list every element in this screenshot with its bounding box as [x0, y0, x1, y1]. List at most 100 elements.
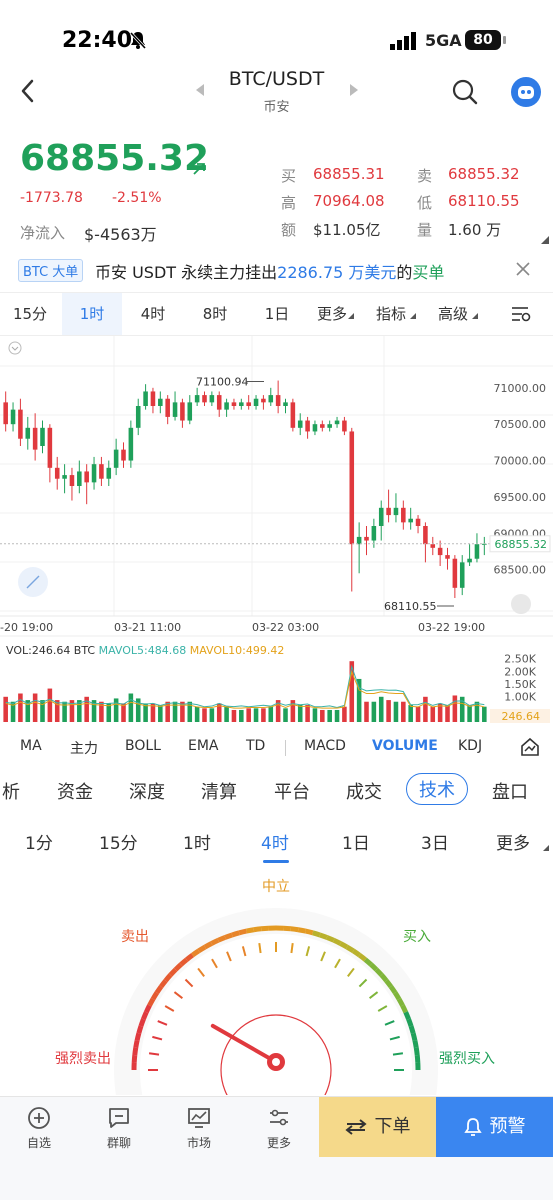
- candle-body: [194, 395, 200, 403]
- ind-boll[interactable]: BOLL: [125, 738, 161, 754]
- chart-settings-icon[interactable]: [510, 305, 532, 323]
- gauge-arc-segment: [154, 985, 164, 995]
- ind-volume[interactable]: VOLUME: [372, 738, 438, 754]
- ind-ma[interactable]: MA: [20, 738, 42, 754]
- gauge-strong-buy-label: 强烈买入: [439, 1051, 495, 1067]
- candle-body: [423, 526, 428, 545]
- low-price: 68110.55: [448, 192, 520, 210]
- nav-market[interactable]: 市场: [169, 1105, 229, 1151]
- ind-macd[interactable]: MACD: [304, 738, 346, 754]
- banner-amount: 2286.75 万美元: [277, 263, 397, 282]
- next-pair-icon[interactable]: [350, 84, 358, 96]
- candle-body: [253, 398, 259, 406]
- gauge-arc-segment: [150, 991, 160, 1001]
- volume-tick-label: 1.50K: [504, 678, 536, 691]
- ind-kdj[interactable]: KDJ: [458, 738, 482, 754]
- nav-watchlist[interactable]: 自选: [9, 1105, 69, 1151]
- assistant-robot-icon[interactable]: [511, 77, 541, 107]
- candle-body: [474, 544, 480, 559]
- interval-1m[interactable]: 1分: [25, 829, 53, 854]
- candle-body: [437, 547, 443, 556]
- place-order-button[interactable]: 下单: [319, 1097, 436, 1157]
- battery-tip: [503, 36, 506, 44]
- tab-orderbook[interactable]: 盘口: [492, 778, 528, 804]
- interval-4h[interactable]: 4时: [261, 829, 289, 854]
- tf-4h[interactable]: 4时: [122, 293, 184, 335]
- candle-body: [246, 402, 251, 406]
- amount-label: 额: [281, 221, 297, 239]
- whale-order-banner[interactable]: BTC 大单 币安 USDT 永续主力挂出2286.75 万美元的买单: [0, 255, 553, 287]
- volume-bar: [430, 706, 436, 722]
- volume-bar: [386, 700, 391, 722]
- y-tick-label: 70500.00: [494, 418, 547, 431]
- price-change: -1773.78: [20, 190, 83, 206]
- kline-chart[interactable]: 71000.00 70500.00 70000.00 69500.00 69000.00…: [0, 336, 553, 726]
- candle-body: [290, 402, 296, 428]
- tf-15m[interactable]: 15分: [0, 293, 60, 335]
- candle-body: [25, 427, 31, 439]
- ind-ema[interactable]: EMA: [188, 738, 219, 754]
- swap-arrows-icon: [344, 1119, 367, 1135]
- x-tick-label: 03-22 03:00: [252, 621, 319, 634]
- interval-1d[interactable]: 1日: [342, 829, 370, 854]
- nav-market-label: 市场: [186, 1136, 211, 1150]
- kline-svg: 71000.0070500.0070000.0069500.0069000.00…: [0, 336, 553, 723]
- candle-body: [408, 518, 413, 523]
- tab-analysis[interactable]: 析: [2, 778, 20, 804]
- nav-chat[interactable]: 群聊: [89, 1105, 149, 1151]
- candle-body: [3, 402, 8, 425]
- candle-body: [47, 427, 53, 468]
- ind-td[interactable]: TD: [246, 738, 265, 754]
- interval-tabs: 1分 15分 1时 4时 1日 3日 更多: [0, 826, 553, 866]
- volume-bar: [246, 708, 251, 722]
- gauge-arc-segment: [231, 930, 240, 938]
- candle-body: [261, 398, 266, 403]
- ind-main-force[interactable]: 主力: [70, 738, 98, 758]
- interval-3d[interactable]: 3日: [421, 829, 449, 854]
- candle-body: [239, 402, 244, 406]
- gauge-arc-segment: [304, 928, 314, 936]
- plus-circle-icon: [28, 1107, 50, 1129]
- candle-body: [216, 395, 222, 410]
- sell-price: 68855.32: [448, 165, 520, 183]
- nav-more[interactable]: 更多: [249, 1105, 309, 1151]
- gauge-arc-segment: [224, 932, 233, 940]
- candle-body: [268, 395, 274, 403]
- candle-body: [231, 402, 237, 406]
- tf-advanced[interactable]: 高级: [432, 293, 474, 335]
- mavol10-value: MAVOL10:499.42: [190, 644, 285, 657]
- volume-bar: [113, 698, 119, 722]
- tab-platform[interactable]: 平台: [274, 778, 310, 804]
- interval-15m[interactable]: 15分: [99, 829, 138, 854]
- close-icon[interactable]: [516, 262, 530, 276]
- search-icon[interactable]: [452, 79, 478, 105]
- trend-arrow-icon: [193, 163, 205, 175]
- tf-indicators[interactable]: 指标: [370, 293, 412, 335]
- gauge-tick: [258, 942, 262, 954]
- tab-trades[interactable]: 成交: [346, 778, 382, 804]
- tab-depth[interactable]: 深度: [129, 778, 165, 804]
- indicator-settings-icon[interactable]: [520, 737, 540, 757]
- gauge-tick: [148, 1052, 160, 1056]
- interval-more[interactable]: 更多: [496, 829, 530, 854]
- more-caret-icon: [348, 313, 354, 319]
- gauge-arc-segment: [203, 941, 213, 950]
- timeframe-bar: 15分 1时 4时 8时 1日 更多 指标 高级: [0, 293, 553, 335]
- gauge-arc-segment: [400, 1004, 409, 1014]
- gauge-arc-segment: [392, 991, 402, 1001]
- gauge-arc-segment: [312, 930, 321, 938]
- volume-label: 量: [417, 221, 433, 239]
- interval-1h[interactable]: 1时: [183, 829, 211, 854]
- tf-8h[interactable]: 8时: [184, 293, 246, 335]
- tab-liquidation[interactable]: 清算: [201, 778, 237, 804]
- candle-body: [40, 427, 45, 446]
- tf-1d[interactable]: 1日: [246, 293, 308, 335]
- corner-mark-icon: [541, 236, 549, 244]
- gauge-arc-segment: [245, 927, 255, 934]
- tab-technical[interactable]: 技术: [406, 773, 468, 805]
- volume-bar: [158, 705, 163, 722]
- gauge-arc-segment: [134, 1032, 142, 1042]
- price-alert-button[interactable]: 预警: [436, 1097, 553, 1157]
- tf-1h[interactable]: 1时: [62, 293, 122, 335]
- tab-funds[interactable]: 资金: [57, 778, 93, 804]
